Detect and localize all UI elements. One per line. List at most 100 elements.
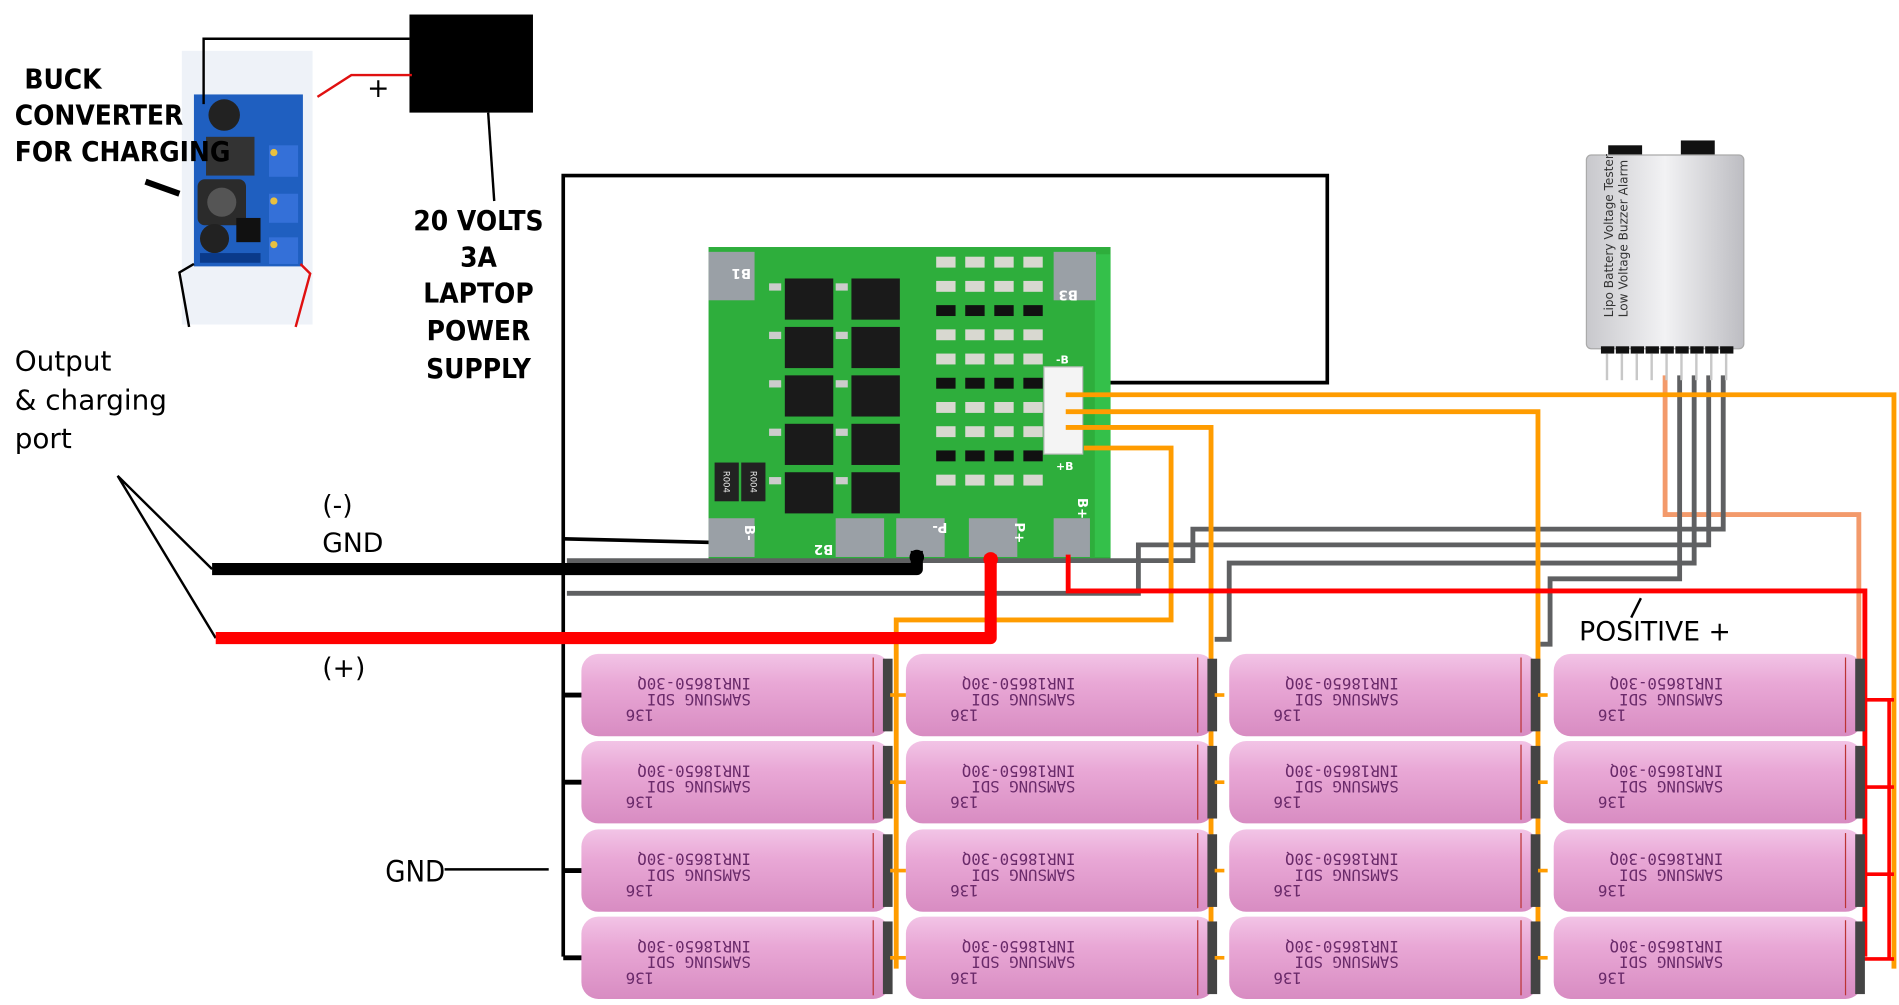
smd-component	[1023, 329, 1043, 341]
buck-label-line: BUCK	[24, 62, 103, 95]
shunt-label: R004	[722, 471, 732, 493]
tester-pin-header	[1720, 346, 1734, 354]
smd-component	[994, 353, 1014, 365]
tester-pin-header	[1645, 346, 1659, 354]
smd-component	[936, 329, 956, 341]
mosfet-lead	[835, 477, 848, 485]
bms-pad-label: B2	[814, 541, 833, 556]
smd-component	[965, 329, 985, 341]
mosfet	[851, 472, 900, 514]
cell-print-line: INR18650-30Q	[962, 937, 1076, 956]
psu-label-line: SUPPLY	[426, 352, 532, 385]
smd-component	[994, 256, 1014, 268]
smd-component	[936, 280, 956, 292]
battery-cell: 136SAMSUNG SDIINR18650-30Q	[905, 829, 1225, 912]
buck-converter	[181, 50, 313, 325]
sense-wire	[1214, 375, 1697, 642]
battery-cell: 136SAMSUNG SDIINR18650-30Q	[905, 653, 1225, 737]
buck-label-line: FOR CHARGING	[15, 135, 231, 168]
smd-component	[936, 426, 956, 438]
positive-pointer	[1630, 597, 1642, 619]
smd-component	[965, 402, 985, 413]
smd-component	[994, 450, 1014, 462]
mosfet	[851, 423, 900, 465]
psu-label-pointer	[486, 112, 496, 202]
battery-cell: 136SAMSUNG SDIINR18650-30Q	[905, 741, 1225, 824]
cell-print-line: INR18650-30Q	[637, 850, 751, 869]
cell-print-line: INR18650-30Q	[637, 674, 751, 693]
buck-label-pointer	[144, 178, 181, 197]
port-label-line: port	[15, 422, 72, 455]
cell-print-line: INR18650-30Q	[1285, 937, 1399, 956]
smd-component	[1023, 450, 1043, 462]
mosfet-lead	[835, 380, 848, 388]
smd-component	[1023, 256, 1043, 268]
cell-print-line: INR18650-30Q	[1285, 850, 1399, 869]
positive-sign: (+)	[322, 653, 365, 684]
smd-component	[994, 402, 1014, 413]
mosfet-lead	[835, 428, 848, 436]
cell-print-line: INR18650-30Q	[1610, 937, 1724, 956]
psu-positive-wire	[316, 73, 412, 98]
mosfet	[851, 375, 900, 417]
battery-pack-wiring-diagram: + BUCK CONVERTER FOR CHARGING 20 VOLTS 3…	[15, 14, 1897, 999]
cell-print-line: INR18650-30Q	[637, 937, 751, 956]
bms-pad	[1053, 518, 1090, 557]
battery-cell: 136SAMSUNG SDIINR18650-30Q	[581, 653, 906, 737]
smd-component	[1023, 426, 1043, 438]
battery-cell: 136SAMSUNG SDIINR18650-30Q	[581, 916, 906, 999]
bms-connector-label: +B	[1056, 460, 1073, 473]
tester-pin-header	[1615, 346, 1630, 354]
smd-component	[1023, 377, 1043, 389]
smd-component	[965, 474, 985, 486]
psu-label-line: LAPTOP	[423, 277, 533, 310]
port-label-line: & charging	[15, 383, 167, 416]
tester-pin-header	[1690, 346, 1704, 354]
negative-gnd-label: GND	[322, 528, 383, 559]
smd-component	[965, 305, 985, 317]
smd-component	[994, 377, 1014, 389]
laptop-power-supply	[409, 14, 533, 113]
cell-terminal	[1855, 921, 1865, 995]
tester-pin-header	[1705, 346, 1719, 354]
cell-terminal	[1855, 834, 1865, 907]
plus-sign: +	[367, 73, 389, 104]
smd-component	[965, 256, 985, 268]
bms-pad-label: B3	[1058, 287, 1077, 302]
smd-component	[936, 353, 956, 365]
smd-component	[1023, 280, 1043, 292]
negative-sign: (-)	[322, 491, 352, 522]
mosfet-lead	[769, 331, 782, 340]
bms-pad-label: B-	[741, 525, 756, 541]
battery-cell: 136SAMSUNG SDIINR18650-30Q	[1553, 916, 1865, 999]
output-port-label: Output & charging port	[15, 345, 167, 455]
port-pointer-lines	[116, 474, 217, 639]
cell-print-line: INR18650-30Q	[962, 850, 1076, 869]
cell-print-line: INR18650-30Q	[1285, 674, 1399, 693]
smd-component	[936, 256, 956, 268]
smd-component	[936, 377, 956, 389]
tester-subtitle: Low Voltage Buzzer Alarm	[1617, 160, 1631, 317]
cell-print-line: INR18650-30Q	[1610, 761, 1724, 780]
output-negative-terminal	[909, 549, 925, 565]
cell-print-line: INR18650-30Q	[1610, 674, 1724, 693]
cell-print-line: INR18650-30Q	[962, 761, 1076, 780]
smd-component	[994, 305, 1014, 317]
battery-cell: 136SAMSUNG SDIINR18650-30Q	[1553, 741, 1865, 824]
smd-component	[1023, 402, 1043, 413]
smd-component	[936, 450, 956, 462]
psu-label-line: 20 VOLTS	[413, 204, 543, 237]
mosfet	[851, 326, 900, 369]
smd-component	[936, 305, 956, 317]
battery-cell: 136SAMSUNG SDIINR18650-30Q	[1553, 829, 1865, 912]
battery-cell: 136SAMSUNG SDIINR18650-30Q	[905, 916, 1225, 999]
mosfet	[784, 423, 834, 465]
smd-component	[965, 450, 985, 462]
smd-component	[994, 329, 1014, 341]
battery-cell: 136SAMSUNG SDIINR18650-30Q	[581, 829, 906, 912]
bms-connector-label: -B	[1056, 353, 1069, 366]
cell-print-line: INR18650-30Q	[637, 761, 751, 780]
battery-cell: 136SAMSUNG SDIINR18650-30Q	[581, 741, 906, 824]
tester-title: Lipo Battery Voltage Tester	[1602, 154, 1616, 317]
smd-component	[994, 426, 1014, 438]
